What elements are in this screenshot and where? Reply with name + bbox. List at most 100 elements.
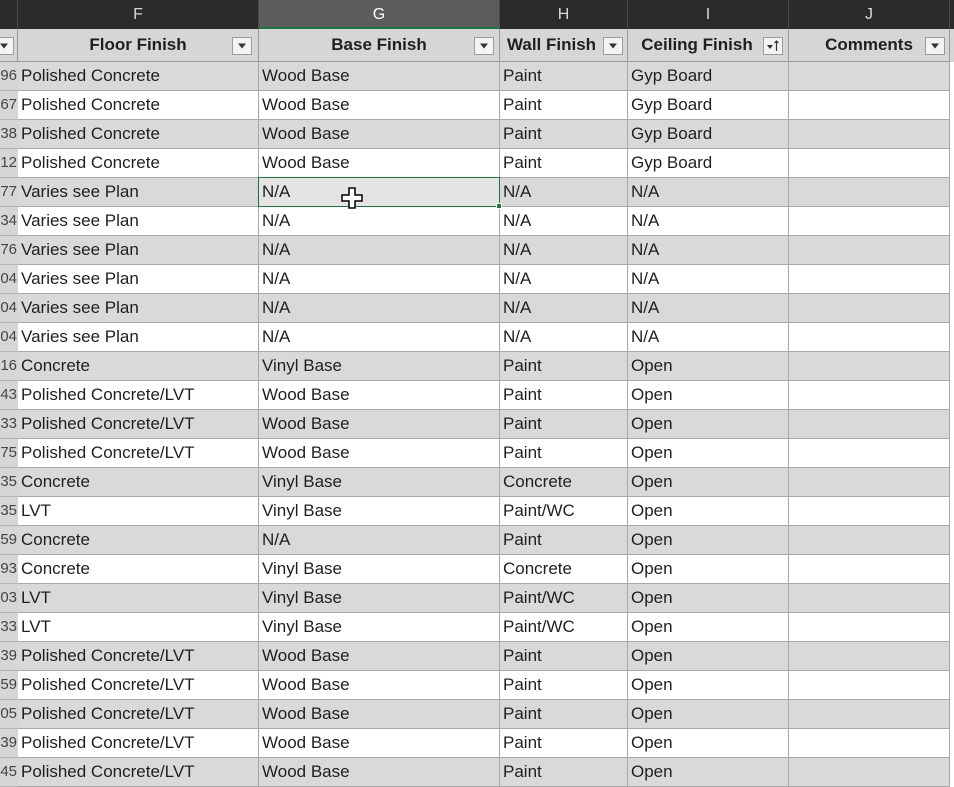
table-cell-h[interactable]: Paint/WC — [500, 497, 628, 526]
table-cell-h[interactable]: N/A — [500, 323, 628, 352]
row-number[interactable]: 05 — [0, 700, 18, 729]
table-cell-g[interactable]: Wood Base — [259, 62, 500, 91]
table-cell-i[interactable]: Open — [628, 468, 789, 497]
row-number[interactable]: 39 — [0, 729, 18, 758]
table-cell-j[interactable] — [789, 207, 950, 236]
table-cell-g[interactable]: Wood Base — [259, 410, 500, 439]
table-cell-j[interactable] — [789, 381, 950, 410]
row-number[interactable]: 35 — [0, 497, 18, 526]
table-cell-g[interactable]: Wood Base — [259, 120, 500, 149]
table-cell-j[interactable] — [789, 439, 950, 468]
table-cell-g[interactable]: Vinyl Base — [259, 468, 500, 497]
table-cell-g[interactable]: Vinyl Base — [259, 555, 500, 584]
row-number[interactable]: 34 — [0, 207, 18, 236]
row-number[interactable]: 04 — [0, 265, 18, 294]
table-cell-f[interactable]: Polished Concrete — [18, 120, 259, 149]
table-cell-j[interactable] — [789, 555, 950, 584]
table-cell-h[interactable]: Paint/WC — [500, 613, 628, 642]
table-cell-g[interactable]: Wood Base — [259, 381, 500, 410]
table-cell-i[interactable]: Open — [628, 642, 789, 671]
table-cell-g[interactable]: N/A — [259, 526, 500, 555]
table-cell-g[interactable]: Vinyl Base — [259, 352, 500, 381]
table-cell-h[interactable]: N/A — [500, 178, 628, 207]
table-cell-j[interactable] — [789, 758, 950, 787]
row-number[interactable]: 59 — [0, 526, 18, 555]
table-cell-f[interactable]: Polished Concrete — [18, 149, 259, 178]
table-cell-h[interactable]: Paint — [500, 120, 628, 149]
table-cell-f[interactable]: Concrete — [18, 555, 259, 584]
table-cell-h[interactable]: Paint — [500, 410, 628, 439]
row-number[interactable]: 38 — [0, 120, 18, 149]
table-cell-i[interactable]: N/A — [628, 294, 789, 323]
table-cell-f[interactable]: Polished Concrete/LVT — [18, 642, 259, 671]
table-cell-g[interactable]: N/A — [259, 207, 500, 236]
fill-handle[interactable] — [496, 203, 502, 209]
row-number[interactable]: 96 — [0, 62, 18, 91]
table-cell-i[interactable]: N/A — [628, 323, 789, 352]
table-cell-f[interactable]: Polished Concrete/LVT — [18, 439, 259, 468]
table-cell-i[interactable]: Open — [628, 439, 789, 468]
table-cell-j[interactable] — [789, 236, 950, 265]
table-cell-j[interactable] — [789, 294, 950, 323]
table-cell-h[interactable]: Paint — [500, 91, 628, 120]
table-cell-j[interactable] — [789, 62, 950, 91]
table-cell-i[interactable]: N/A — [628, 236, 789, 265]
table-cell-j[interactable] — [789, 497, 950, 526]
table-cell-h[interactable]: Paint — [500, 352, 628, 381]
table-cell-g[interactable]: Wood Base — [259, 439, 500, 468]
table-cell-j[interactable] — [789, 178, 950, 207]
table-cell-h[interactable]: Paint — [500, 439, 628, 468]
table-cell-j[interactable] — [789, 265, 950, 294]
table-cell-h[interactable]: Paint — [500, 700, 628, 729]
table-cell-j[interactable] — [789, 91, 950, 120]
table-cell-i[interactable]: Open — [628, 584, 789, 613]
row-number[interactable]: 39 — [0, 642, 18, 671]
table-cell-j[interactable] — [789, 468, 950, 497]
table-cell-i[interactable]: N/A — [628, 178, 789, 207]
header-cell-f[interactable]: Floor Finish — [18, 29, 259, 62]
table-cell-h[interactable]: N/A — [500, 294, 628, 323]
table-cell-i[interactable]: Gyp Board — [628, 91, 789, 120]
table-cell-g[interactable]: Wood Base — [259, 149, 500, 178]
table-cell-j[interactable] — [789, 613, 950, 642]
filter-dropdown-button[interactable] — [925, 37, 945, 55]
column-letter-i[interactable]: I — [628, 0, 789, 29]
table-cell-f[interactable]: LVT — [18, 497, 259, 526]
table-cell-g[interactable]: Wood Base — [259, 729, 500, 758]
table-cell-i[interactable]: N/A — [628, 265, 789, 294]
filter-dropdown-button[interactable] — [474, 37, 494, 55]
table-cell-h[interactable]: Concrete — [500, 468, 628, 497]
table-cell-j[interactable] — [789, 323, 950, 352]
table-cell-h[interactable]: Paint — [500, 758, 628, 787]
row-number[interactable]: 77 — [0, 178, 18, 207]
row-number[interactable]: 33 — [0, 613, 18, 642]
table-cell-f[interactable]: LVT — [18, 584, 259, 613]
sort-filter-button[interactable] — [763, 37, 783, 55]
table-cell-i[interactable]: Open — [628, 410, 789, 439]
table-cell-h[interactable]: N/A — [500, 236, 628, 265]
row-number[interactable]: 75 — [0, 439, 18, 468]
column-letter-j[interactable]: J — [789, 0, 950, 29]
table-cell-i[interactable]: Open — [628, 555, 789, 584]
table-cell-j[interactable] — [789, 671, 950, 700]
header-cell-g[interactable]: Base Finish — [259, 29, 500, 62]
table-cell-i[interactable]: Open — [628, 526, 789, 555]
row-number[interactable]: 33 — [0, 410, 18, 439]
table-cell-f[interactable]: Polished Concrete/LVT — [18, 729, 259, 758]
table-cell-f[interactable]: Varies see Plan — [18, 323, 259, 352]
table-cell-j[interactable] — [789, 700, 950, 729]
table-cell-i[interactable]: Open — [628, 352, 789, 381]
column-letter-g[interactable]: G — [259, 0, 500, 29]
table-cell-h[interactable]: Paint — [500, 729, 628, 758]
table-cell-h[interactable]: Paint — [500, 642, 628, 671]
row-number[interactable]: 59 — [0, 671, 18, 700]
table-cell-g[interactable]: N/A — [259, 294, 500, 323]
table-cell-f[interactable]: Varies see Plan — [18, 178, 259, 207]
table-cell-f[interactable]: Concrete — [18, 468, 259, 497]
table-cell-j[interactable] — [789, 120, 950, 149]
table-cell-h[interactable]: Paint/WC — [500, 584, 628, 613]
row-number[interactable]: 43 — [0, 381, 18, 410]
row-number[interactable]: 93 — [0, 555, 18, 584]
filter-dropdown-button[interactable] — [0, 37, 14, 55]
table-cell-f[interactable]: Varies see Plan — [18, 265, 259, 294]
